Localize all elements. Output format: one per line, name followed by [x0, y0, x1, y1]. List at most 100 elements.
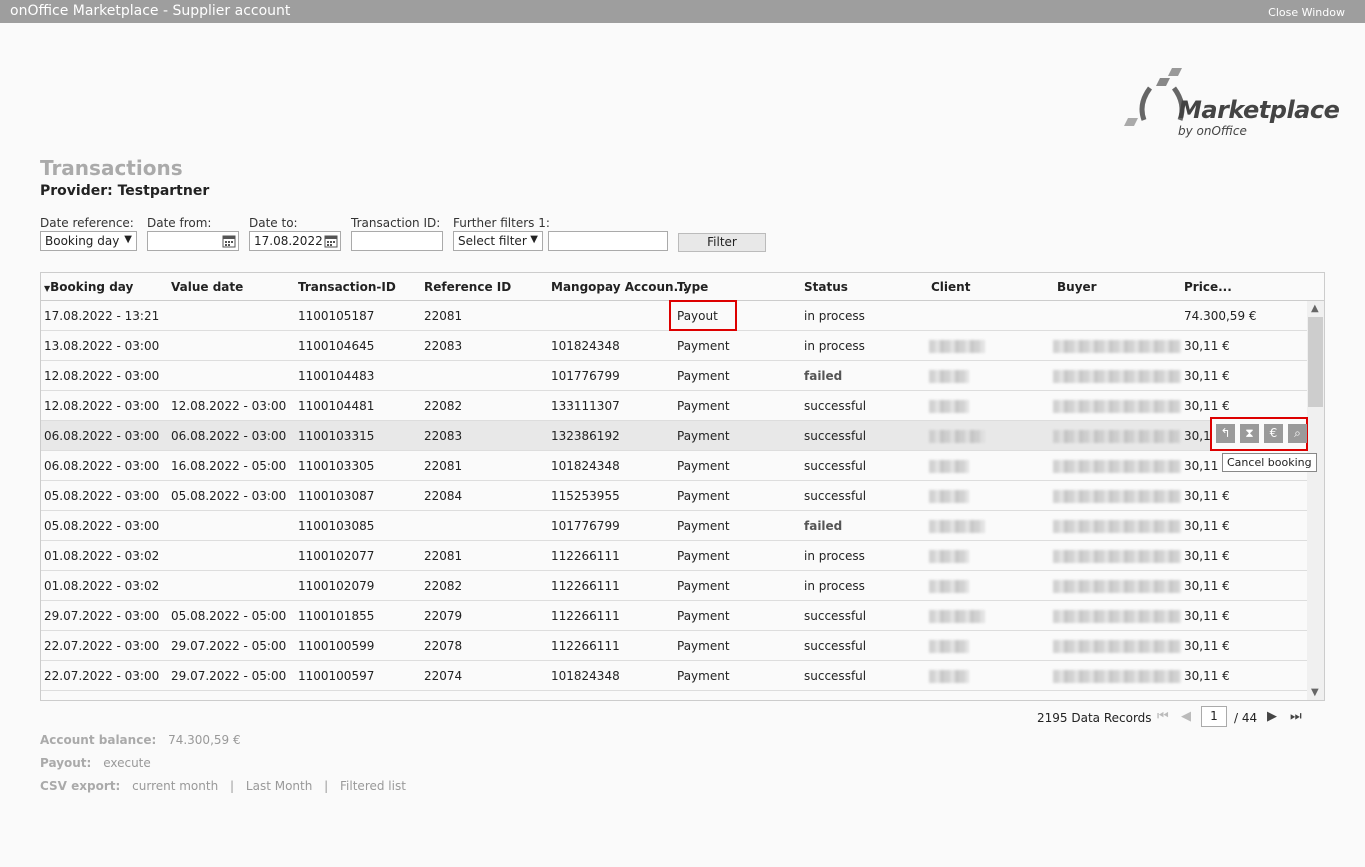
window-titlebar: onOffice Marketplace - Supplier account … — [0, 0, 1365, 23]
buyer-redacted — [1053, 520, 1181, 533]
client-redacted — [929, 520, 985, 533]
cell-price: 30,11 € — [1184, 579, 1230, 593]
table-row[interactable]: 12.08.2022 - 03:00 12.08.2022 - 03:00 1100… — [41, 391, 1307, 421]
undo-icon[interactable]: ↰ — [1216, 424, 1235, 443]
cell-mango: 112266111 — [551, 609, 620, 623]
euro-icon[interactable]: € — [1264, 424, 1283, 443]
account-balance-value: 74.300,59 € — [168, 733, 241, 747]
csv-last-month-link[interactable]: Last Month — [246, 779, 312, 793]
column-reference-id[interactable]: Reference ID — [424, 280, 511, 294]
separator: | — [230, 779, 235, 793]
close-window-link[interactable]: Close Window — [1268, 6, 1345, 19]
cell-price: 30,11 € — [1184, 399, 1230, 413]
cell-booking: 12.08.2022 - 03:00 — [44, 369, 160, 383]
chevron-down-icon: ▼ — [124, 234, 132, 245]
cell-mango: 112266111 — [551, 639, 620, 653]
row-actions-toolbar: ↰ ⧗ € ⌕ — [1210, 417, 1308, 451]
cell-status: successful — [804, 639, 867, 653]
next-page-icon[interactable]: ▶ — [1267, 709, 1277, 724]
cell-tid: 1100103305 — [298, 459, 375, 473]
cell-status: successful — [804, 669, 867, 683]
column-mangopay-account[interactable]: Mangopay Accoun... — [551, 280, 687, 294]
magnifier-icon[interactable]: ⌕ — [1288, 424, 1307, 443]
table-row[interactable]: 22.07.2022 - 03:00 29.07.2022 - 05:00 1100… — [41, 631, 1307, 661]
cell-mango: 101824348 — [551, 339, 620, 353]
further-filters-label: Further filters 1: — [453, 216, 550, 230]
date-to-label: Date to: — [249, 216, 298, 230]
transaction-id-field[interactable] — [351, 231, 443, 251]
table-row[interactable]: 01.08.2022 - 03:02 1100102077 22081 1122661… — [41, 541, 1307, 571]
table-row[interactable]: 29.07.2022 - 03:00 05.08.2022 - 05:00 1100… — [41, 601, 1307, 631]
csv-current-month-link[interactable]: current month — [132, 779, 218, 793]
cell-value: 05.08.2022 - 05:00 — [171, 609, 287, 623]
vertical-scrollbar[interactable]: ▲ ▼ — [1307, 301, 1324, 700]
scroll-up-icon[interactable]: ▲ — [1311, 303, 1319, 314]
hourglass-icon[interactable]: ⧗ — [1240, 424, 1259, 443]
scrollbar-thumb[interactable] — [1308, 317, 1323, 407]
column-type[interactable]: Type — [677, 280, 708, 294]
client-redacted — [929, 550, 969, 563]
cell-tid: 1100100597 — [298, 669, 375, 683]
csv-filtered-list-link[interactable]: Filtered list — [340, 779, 406, 793]
calendar-icon[interactable] — [222, 234, 236, 248]
cell-mango: 101824348 — [551, 459, 620, 473]
table-row[interactable]: 06.08.2022 - 03:00 16.08.2022 - 05:00 1100… — [41, 451, 1307, 481]
cell-booking: 05.08.2022 - 03:00 — [44, 519, 160, 533]
cell-type: Payment — [677, 639, 730, 653]
further-filters-text[interactable] — [548, 231, 668, 251]
transactions-table: ▼Booking day Value date Transaction-ID R… — [40, 272, 1325, 701]
cell-tid: 1100104481 — [298, 399, 375, 413]
date-from-field[interactable] — [147, 231, 239, 251]
calendar-icon[interactable] — [324, 234, 338, 248]
column-client[interactable]: Client — [931, 280, 970, 294]
csv-export-label: CSV export: — [40, 779, 121, 793]
filter-button[interactable]: Filter — [678, 233, 766, 252]
date-to-field[interactable]: 17.08.2022 — [249, 231, 341, 251]
first-page-icon[interactable]: ⏮ — [1157, 709, 1169, 724]
table-row[interactable]: 13.08.2022 - 03:00 1100104645 22083 1018243… — [41, 331, 1307, 361]
cell-tid: 1100104645 — [298, 339, 375, 353]
page-number-input[interactable]: 1 — [1201, 706, 1227, 727]
cell-mango: 132386192 — [551, 429, 620, 443]
client-redacted — [929, 640, 969, 653]
cell-price: 30,11 € — [1184, 369, 1230, 383]
cell-value: 06.08.2022 - 03:00 — [171, 429, 287, 443]
table-row[interactable]: 12.08.2022 - 03:00 1100104483 101776799 Pay… — [41, 361, 1307, 391]
buyer-redacted — [1053, 610, 1181, 623]
column-status[interactable]: Status — [804, 280, 848, 294]
scroll-down-icon[interactable]: ▼ — [1311, 687, 1319, 698]
column-transaction-id[interactable]: Transaction-ID — [298, 280, 396, 294]
cell-booking: 22.07.2022 - 03:00 — [44, 639, 160, 653]
cell-price: 30,11 € — [1184, 669, 1230, 683]
table-row[interactable]: 05.08.2022 - 03:00 1100103085 101776799 Pay… — [41, 511, 1307, 541]
cell-status: failed — [804, 369, 843, 383]
cell-ref: 22074 — [424, 669, 463, 683]
column-buyer[interactable]: Buyer — [1057, 280, 1097, 294]
cell-type: Payment — [677, 669, 730, 683]
date-reference-select[interactable]: Booking day ▼ — [40, 231, 137, 251]
date-reference-label: Date reference: — [40, 216, 134, 230]
column-value-date[interactable]: Value date — [171, 280, 243, 294]
table-row[interactable]: 06.08.2022 - 03:00 06.08.2022 - 03:00 1100… — [41, 421, 1307, 451]
cell-tid: 1100103085 — [298, 519, 375, 533]
buyer-redacted — [1053, 460, 1181, 473]
cell-status: in process — [804, 339, 865, 353]
buyer-redacted — [1053, 490, 1181, 503]
cell-status: successful — [804, 489, 867, 503]
table-row[interactable]: 05.08.2022 - 03:00 05.08.2022 - 03:00 1100… — [41, 481, 1307, 511]
table-row[interactable]: 01.08.2022 - 03:02 1100102079 22082 1122661… — [41, 571, 1307, 601]
cell-price: 30,11 € — [1184, 489, 1230, 503]
cell-ref: 22083 — [424, 339, 463, 353]
further-filters-select[interactable]: Select filter ▼ — [453, 231, 543, 251]
payout-row: Payout: execute — [40, 756, 151, 770]
column-booking-day[interactable]: ▼Booking day — [44, 280, 133, 294]
prev-page-icon[interactable]: ◀ — [1181, 709, 1191, 724]
payout-execute-link[interactable]: execute — [103, 756, 151, 770]
cell-type: Payment — [677, 369, 730, 383]
client-redacted — [929, 340, 985, 353]
table-row[interactable]: 22.07.2022 - 03:00 29.07.2022 - 05:00 1100… — [41, 661, 1307, 691]
cell-ref: 22081 — [424, 549, 463, 563]
column-price[interactable]: Price... — [1184, 280, 1232, 294]
last-page-icon[interactable]: ⏭ — [1290, 709, 1302, 724]
cell-booking: 29.07.2022 - 03:00 — [44, 609, 160, 623]
